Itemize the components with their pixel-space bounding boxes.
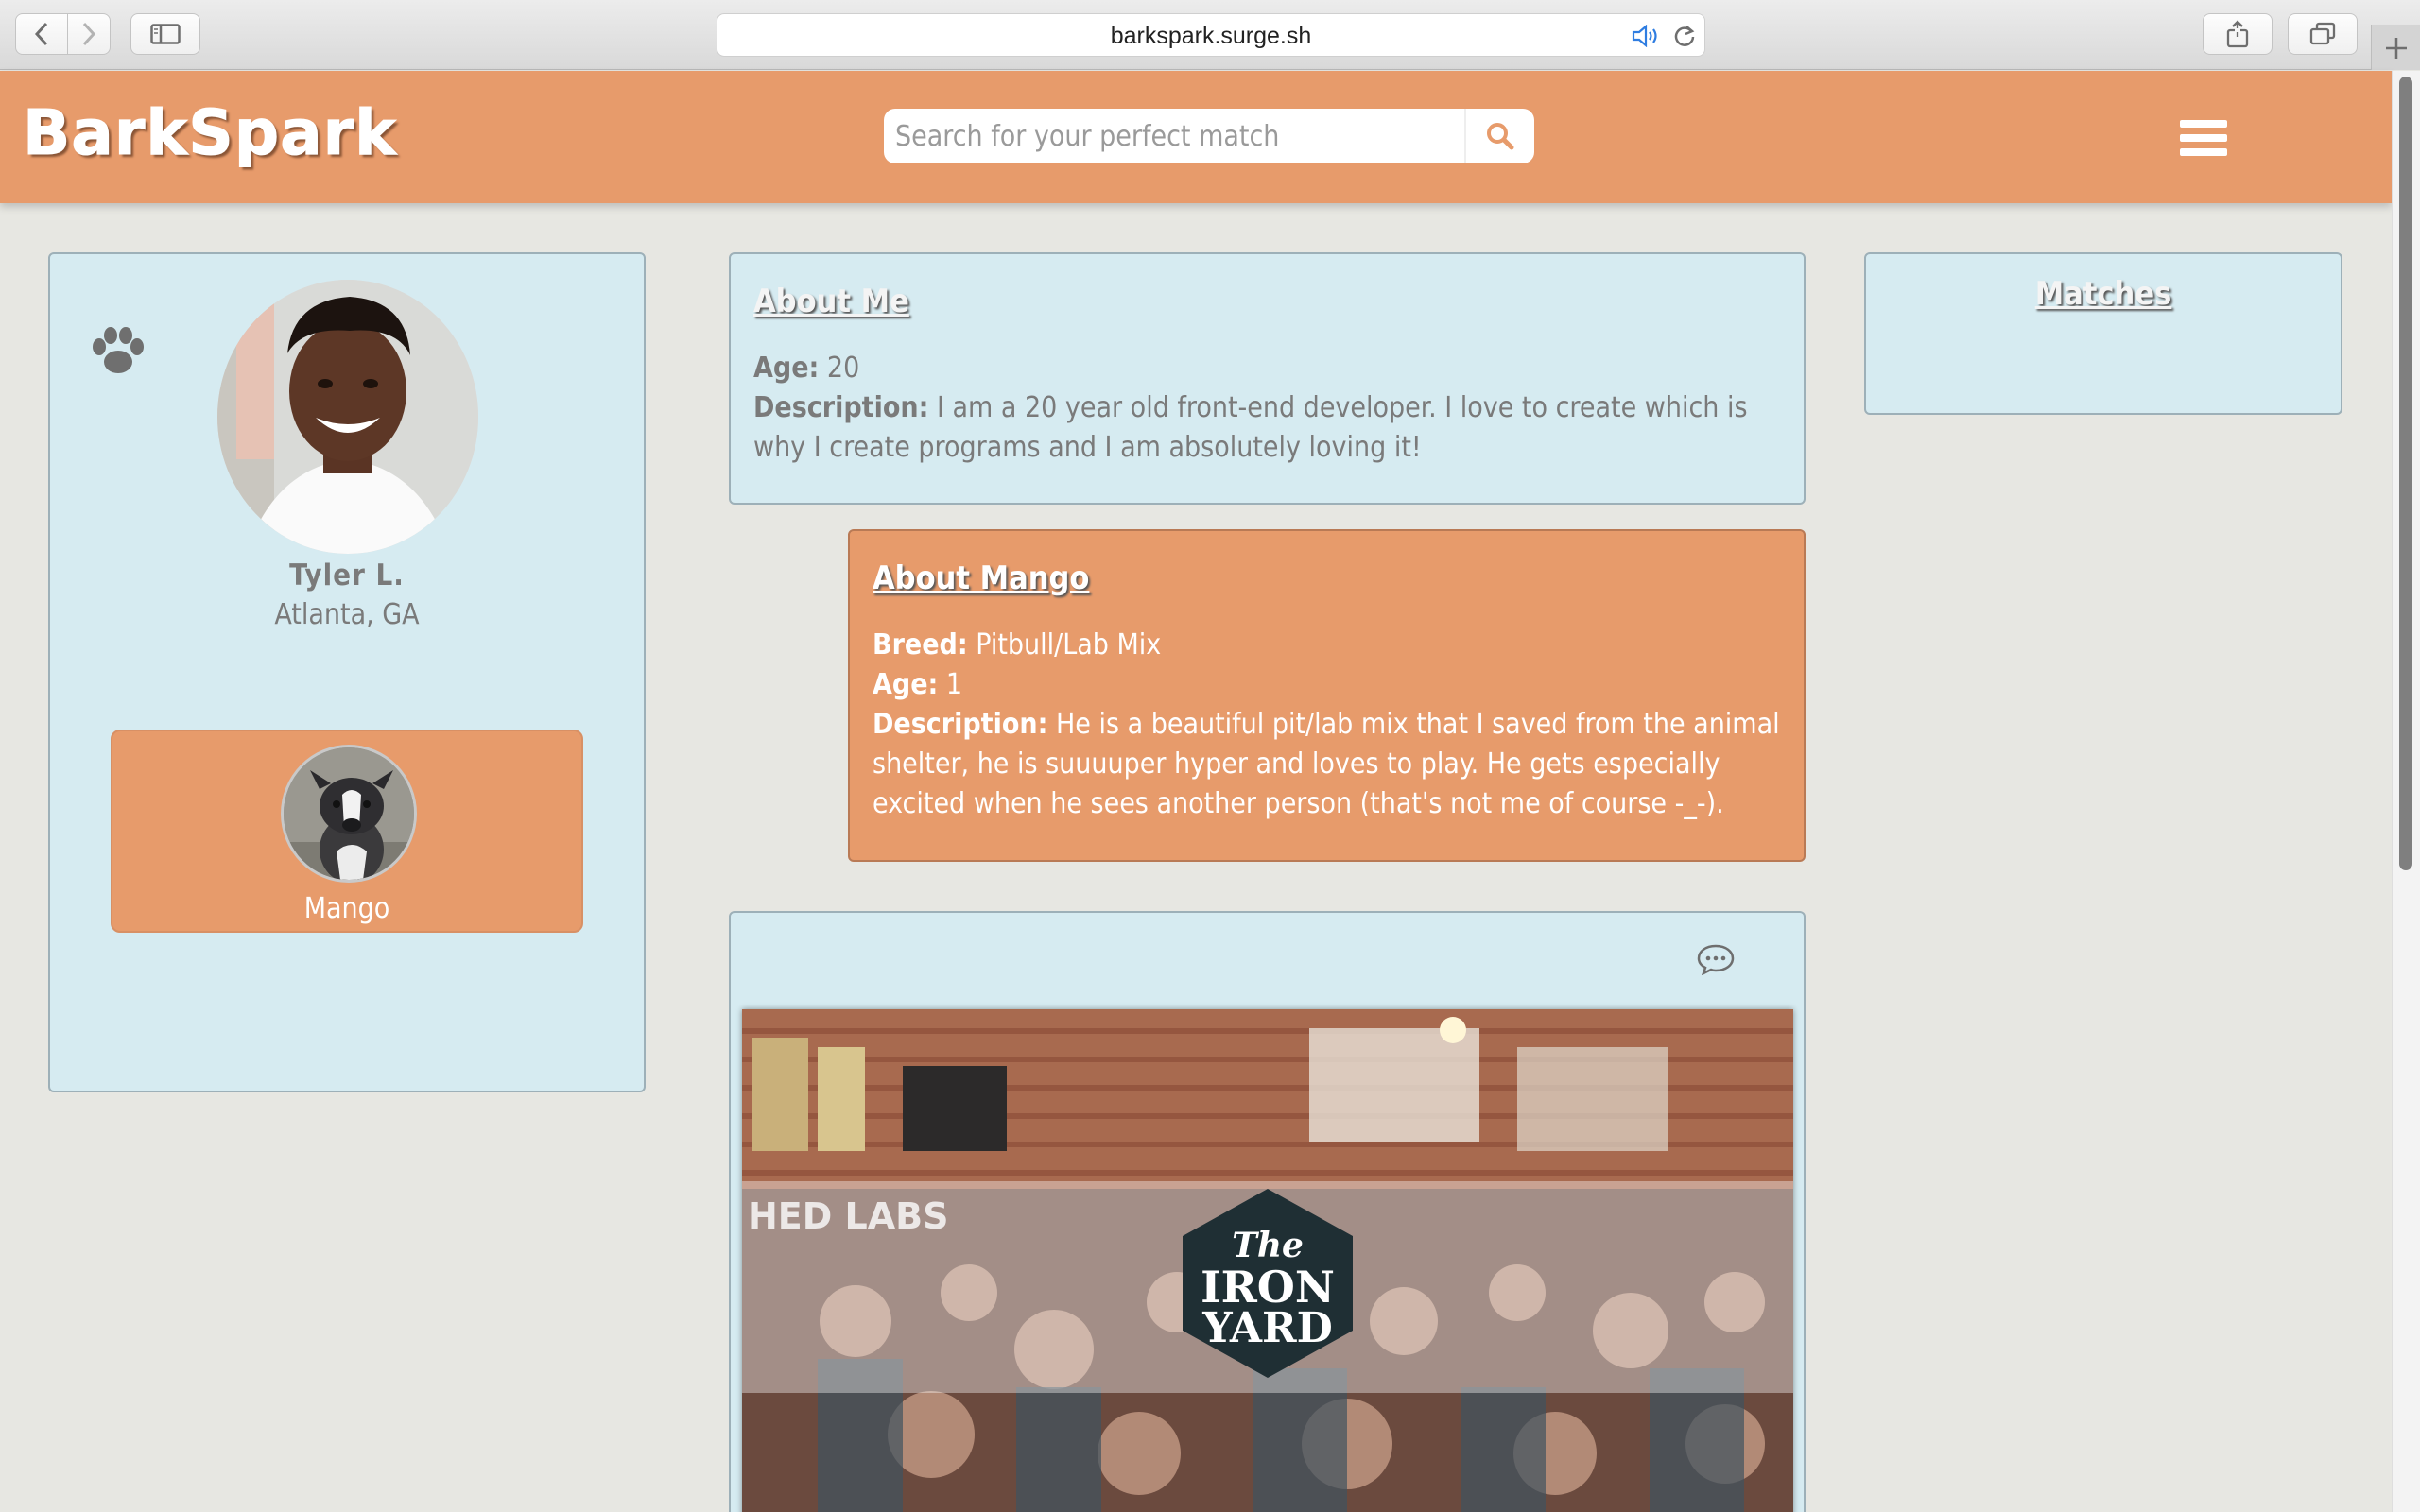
paw-icon[interactable] bbox=[90, 324, 147, 377]
search-input[interactable] bbox=[895, 116, 1462, 156]
site-header: BarkSpark bbox=[0, 71, 2392, 203]
profile-card: Tyler L. Atlanta, GA Mango bbox=[48, 252, 646, 1092]
forward-button[interactable] bbox=[67, 13, 111, 55]
share-icon bbox=[2226, 20, 2249, 48]
about-pet-section: About Mango Breed: Pitbull/Lab Mix Age: … bbox=[848, 529, 1806, 862]
breed-label: Breed: bbox=[873, 628, 968, 662]
tabs-icon bbox=[2309, 22, 2336, 45]
matches-heading[interactable]: Matches bbox=[1866, 275, 2341, 313]
page-scrollbar[interactable] bbox=[2392, 71, 2420, 1512]
search-icon bbox=[1487, 123, 1514, 150]
search-button[interactable] bbox=[1464, 109, 1534, 163]
about-pet-heading: About Mango bbox=[873, 559, 1090, 597]
url-text: barkspark.surge.sh bbox=[1110, 23, 1312, 49]
pet-name: Mango bbox=[303, 892, 390, 925]
plus-icon bbox=[2386, 38, 2407, 59]
sidebar-icon bbox=[150, 24, 181, 44]
site-logo[interactable]: BarkSpark bbox=[22, 96, 397, 170]
pet-age: Age: 1 bbox=[873, 665, 1781, 705]
pet-card[interactable]: Mango bbox=[111, 730, 583, 933]
age-label: Age: bbox=[753, 352, 820, 385]
pet-description-label: Description: bbox=[873, 708, 1048, 741]
hamburger-menu-icon[interactable] bbox=[2180, 120, 2227, 162]
browser-toolbar: barkspark.surge.sh bbox=[0, 0, 2420, 70]
forward-arrow-icon bbox=[82, 22, 96, 46]
back-arrow-icon bbox=[34, 22, 48, 46]
matches-panel: Matches bbox=[1864, 252, 2342, 415]
logo-line-1: The bbox=[1232, 1226, 1304, 1265]
feed-post: HED LABS The IRON YARD bbox=[729, 911, 1806, 1512]
search-box bbox=[884, 109, 1534, 163]
about-me-section: About Me Age: 20 Description: I am a 20 … bbox=[729, 252, 1806, 505]
pet-age-label: Age: bbox=[873, 668, 939, 701]
pet-breed: Breed: Pitbull/Lab Mix bbox=[873, 626, 1781, 665]
scrollbar-thumb[interactable] bbox=[2399, 77, 2412, 870]
speaker-icon[interactable] bbox=[1631, 25, 1661, 47]
pet-description: Description: He is a beautiful pit/lab m… bbox=[873, 705, 1781, 824]
post-image[interactable]: HED LABS The IRON YARD bbox=[742, 1009, 1793, 1512]
share-button[interactable] bbox=[2203, 13, 2273, 55]
tabs-overview-button[interactable] bbox=[2288, 13, 2358, 55]
sidebar-toggle-button[interactable] bbox=[130, 13, 200, 55]
user-avatar[interactable] bbox=[217, 280, 478, 554]
about-me-description: Description: I am a 20 year old front-en… bbox=[753, 388, 1781, 468]
about-me-age: Age: 20 bbox=[753, 349, 1781, 388]
pet-age-value: 1 bbox=[945, 668, 963, 701]
user-name: Tyler L. bbox=[289, 558, 405, 593]
about-me-heading: About Me bbox=[753, 283, 909, 320]
logo-line-3: YARD bbox=[1201, 1304, 1332, 1352]
new-tab-button[interactable] bbox=[2371, 25, 2420, 70]
chat-bubble-icon[interactable] bbox=[1697, 943, 1735, 975]
user-location: Atlanta, GA bbox=[274, 598, 420, 631]
description-label: Description: bbox=[753, 391, 929, 424]
address-bar[interactable]: barkspark.surge.sh bbox=[717, 13, 1705, 57]
breed-value: Pitbull/Lab Mix bbox=[976, 628, 1162, 662]
age-value: 20 bbox=[826, 352, 860, 385]
sign-text: HED LABS bbox=[748, 1195, 949, 1237]
pet-avatar[interactable] bbox=[281, 745, 417, 883]
back-button[interactable] bbox=[15, 13, 68, 55]
reload-icon[interactable] bbox=[1672, 24, 1697, 48]
